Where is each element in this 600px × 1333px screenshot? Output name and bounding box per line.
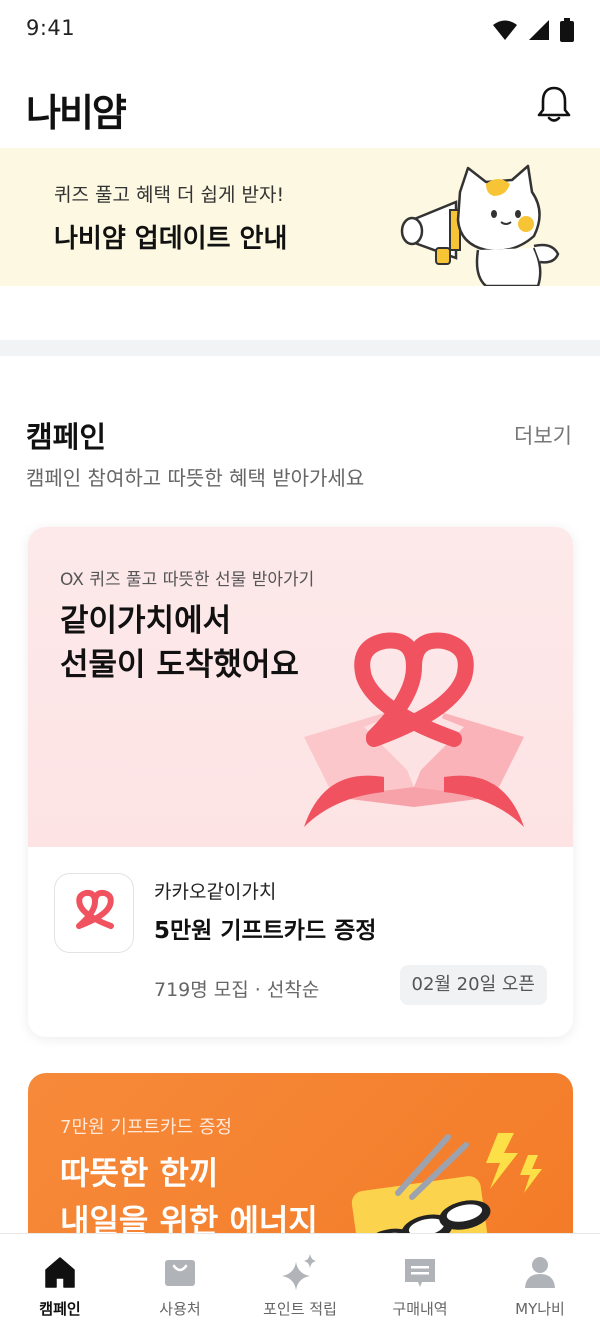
receipt-icon	[405, 1259, 435, 1287]
update-banner[interactable]: 퀴즈 풀고 혜택 더 쉽게 받자! 나비얌 업데이트 안내	[0, 148, 600, 286]
status-time: 9:41	[26, 16, 76, 40]
campaign-card-hero-title: 따뜻한 한끼 내일을 위한 에너지	[60, 1149, 318, 1245]
campaign-org-name: 카카오같이가치	[154, 881, 277, 903]
campaign-card-hero-title-line: 따뜻한 한끼	[60, 1154, 219, 1192]
status-icons	[492, 18, 574, 42]
campaign-name: 5만원 기프트카드 증정	[154, 918, 377, 944]
campaign-section-title: 캠페인	[26, 420, 107, 454]
tab-label: 구매내역	[392, 1300, 448, 1318]
campaign-card-hero-subtitle: 7만원 기프트카드 증정	[60, 1117, 232, 1138]
tab-label: MY나비	[515, 1300, 565, 1318]
campaign-card-hero: OX 퀴즈 풀고 따뜻한 선물 받아가기 같이가치에서 선물이 도착했어요	[28, 527, 573, 847]
banner-title: 나비얌 업데이트 안내	[54, 224, 288, 254]
section-divider	[0, 340, 600, 356]
more-link[interactable]: 더보기	[514, 420, 572, 450]
tab-label: 포인트 적립	[263, 1300, 337, 1318]
app-header: 나비얌	[0, 60, 600, 148]
tab-places[interactable]: 사용처	[120, 1234, 240, 1333]
tab-purchases[interactable]: 구매내역	[360, 1234, 480, 1333]
campaign-section-subtitle: 캠페인 참여하고 따뜻한 혜택 받아가세요	[26, 466, 365, 490]
notification-bell-icon[interactable]	[536, 84, 572, 124]
status-bar: 9:41	[0, 0, 600, 60]
person-icon	[525, 1257, 555, 1288]
cat-megaphone-mascot-icon	[400, 164, 560, 286]
bottom-tab-bar: 캠페인 사용처 포인트 적립 구매내역 MY나비	[0, 1233, 600, 1333]
campaign-card[interactable]: OX 퀴즈 풀고 따뜻한 선물 받아가기 같이가치에서 선물이 도착했어요 카카…	[28, 527, 573, 1037]
sparkle-icon	[282, 1254, 316, 1290]
signal-icon	[529, 20, 549, 40]
wifi-icon	[493, 20, 517, 40]
app-logo: 나비얌	[26, 91, 127, 135]
tab-label: 캠페인	[39, 1300, 81, 1318]
campaign-card-body: 카카오같이가치 5만원 기프트카드 증정 719명 모집 · 선착순 02월 2…	[28, 847, 573, 1037]
tab-my[interactable]: MY나비	[480, 1234, 600, 1333]
tab-points[interactable]: 포인트 적립	[240, 1234, 360, 1333]
campaign-card-hero-subtitle: OX 퀴즈 풀고 따뜻한 선물 받아가기	[60, 570, 315, 590]
home-icon	[45, 1257, 75, 1288]
heart-gift-box-illustration-icon	[304, 632, 524, 827]
battery-icon	[560, 18, 574, 42]
tab-label: 사용처	[159, 1300, 201, 1318]
tab-campaign[interactable]: 캠페인	[0, 1234, 120, 1333]
campaign-meta: 719명 모집 · 선착순	[154, 979, 320, 1001]
bag-icon	[165, 1260, 195, 1286]
campaign-open-date-badge: 02월 20일 오픈	[399, 965, 547, 1005]
campaign-org-logo	[54, 873, 134, 953]
heart-ribbon-logo-icon	[76, 889, 114, 929]
banner-subtitle: 퀴즈 풀고 혜택 더 쉽게 받자!	[54, 184, 285, 206]
